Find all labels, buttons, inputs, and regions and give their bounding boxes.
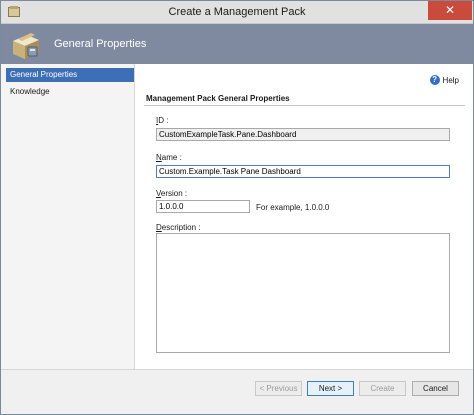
banner-title: General Properties — [54, 38, 147, 50]
window-title: Create a Management Pack — [168, 6, 306, 18]
help-icon: ? — [429, 75, 440, 85]
wizard-footer: < Previous Next > Create Cancel — [1, 369, 473, 414]
version-label: Version : — [156, 189, 187, 198]
version-field[interactable]: 1.0.0.0 — [156, 200, 250, 213]
create-button[interactable]: Create — [359, 381, 406, 396]
close-button[interactable]: ✕ — [428, 1, 472, 20]
help-link[interactable]: ? Help — [429, 74, 459, 86]
name-label-rest: ame : — [161, 153, 182, 162]
previous-button[interactable]: < Previous — [255, 381, 302, 396]
section-title: Management Pack General Properties — [146, 94, 290, 103]
nav-item-knowledge[interactable]: Knowledge — [6, 85, 134, 99]
page-banner: General Properties — [1, 24, 473, 64]
wizard-nav: General Properties Knowledge — [1, 64, 135, 369]
description-field[interactable] — [156, 233, 450, 353]
id-label-rest: D : — [158, 116, 169, 125]
content-pane: ? Help Management Pack General Propertie… — [136, 64, 473, 369]
help-label: Help — [442, 75, 459, 85]
next-button[interactable]: Next > — [307, 381, 354, 396]
nav-item-general-properties[interactable]: General Properties — [6, 68, 134, 82]
cancel-button[interactable]: Cancel — [412, 381, 459, 396]
description-label-rest: escription : — [161, 223, 201, 232]
name-label: Name : — [156, 153, 182, 162]
id-field[interactable]: CustomExampleTask.Pane.Dashboard — [156, 128, 450, 141]
create-management-pack-dialog: Create a Management Pack ✕ General Prope… — [0, 0, 474, 415]
section-divider — [144, 105, 465, 106]
close-icon: ✕ — [444, 3, 456, 17]
version-example-text: For example, 1.0.0.0 — [256, 203, 330, 212]
version-label-rest: ersion : — [160, 189, 188, 198]
management-pack-icon — [13, 33, 39, 59]
description-label: Description : — [156, 223, 200, 232]
title-bar[interactable]: Create a Management Pack ✕ — [1, 1, 473, 24]
id-label: ID : — [156, 116, 168, 125]
name-field[interactable]: Custom.Example.Task Pane Dashboard — [156, 165, 450, 178]
